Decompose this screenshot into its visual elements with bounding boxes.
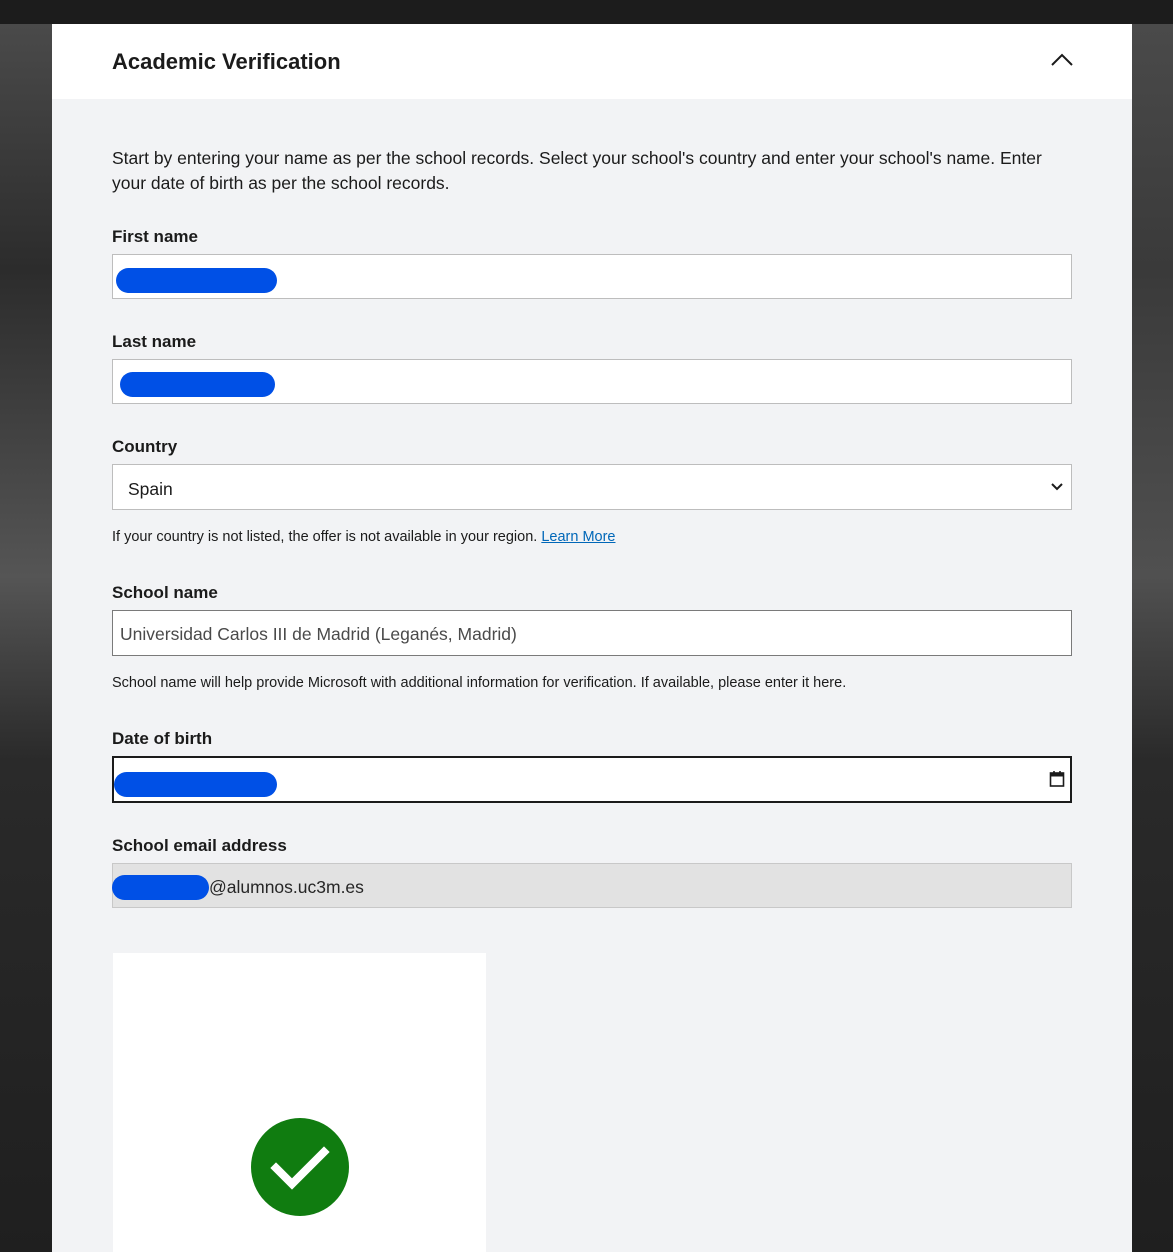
- school-name-hint: School name will help provide Microsoft …: [112, 675, 847, 691]
- date-of-birth-label: Date of birth: [112, 729, 213, 748]
- chevron-up-icon: [1051, 53, 1073, 66]
- school-email-label: School email address: [112, 836, 287, 855]
- verification-box: [113, 953, 486, 1252]
- redacted-value: [116, 268, 277, 293]
- calendar-icon[interactable]: [1049, 770, 1065, 788]
- country-hint: If your country is not listed, the offer…: [112, 529, 615, 545]
- school-email-domain: @alumnos.uc3m.es: [209, 877, 364, 897]
- school-name-value: Universidad Carlos III de Madrid (Legané…: [120, 624, 517, 644]
- learn-more-link[interactable]: Learn More: [541, 529, 615, 545]
- page-backdrop-right: [1132, 24, 1173, 1252]
- chevron-down-icon: [1051, 483, 1063, 491]
- panel-title: Academic Verification: [112, 49, 341, 74]
- redacted-value: [114, 772, 277, 797]
- school-name-input[interactable]: Universidad Carlos III de Madrid (Legané…: [112, 610, 1072, 656]
- last-name-label: Last name: [112, 332, 197, 351]
- country-hint-text: If your country is not listed, the offer…: [112, 529, 538, 545]
- top-bar: [0, 0, 1173, 24]
- verification-success-badge: [251, 1118, 349, 1216]
- intro-text: Start by entering your name as per the s…: [112, 148, 1042, 193]
- last-name-input[interactable]: [112, 359, 1072, 404]
- redacted-value: [112, 875, 209, 900]
- first-name-label: First name: [112, 227, 198, 246]
- academic-verification-panel: Academic Verification Start by entering …: [52, 24, 1132, 1252]
- school-email-input: @alumnos.uc3m.es: [112, 863, 1072, 908]
- redacted-value: [120, 372, 275, 397]
- country-select[interactable]: Spain: [112, 464, 1072, 510]
- collapse-button[interactable]: [1048, 48, 1076, 72]
- date-of-birth-input[interactable]: [112, 756, 1072, 803]
- checkmark-icon: [270, 1146, 330, 1190]
- page-backdrop-left: [0, 24, 52, 1252]
- school-name-label: School name: [112, 583, 218, 602]
- first-name-input[interactable]: [112, 254, 1072, 299]
- country-label: Country: [112, 437, 178, 456]
- panel-header[interactable]: Academic Verification: [52, 24, 1132, 99]
- country-selected-value: Spain: [128, 479, 173, 499]
